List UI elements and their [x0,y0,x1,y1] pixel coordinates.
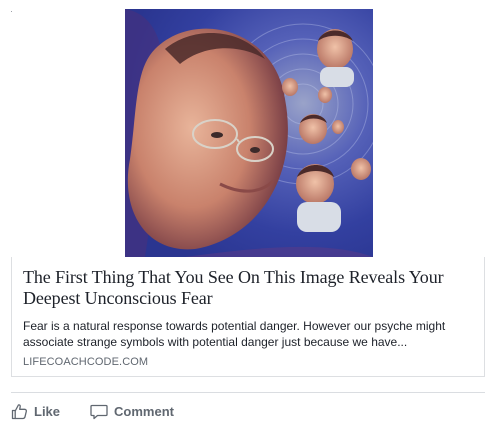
like-button[interactable]: Like [11,403,60,420]
options-icon[interactable]: · [10,7,16,16]
thumbs-up-icon [11,403,28,420]
comment-label: Comment [114,403,174,419]
comment-icon [90,403,108,420]
link-domain: LIFECOACHCODE.COM [23,356,149,368]
divider [11,392,485,393]
like-label: Like [34,403,61,419]
comment-button[interactable]: Comment [90,403,174,420]
link-description: Fear is a natural response towards poten… [23,319,446,349]
post-actions: Like Comment [11,401,174,421]
post-image[interactable] [125,9,373,257]
link-title[interactable]: The First Thing That You See On This Ima… [23,267,473,309]
link-preview-card[interactable]: The First Thing That You See On This Ima… [11,257,485,377]
spiral-face-illustration [125,9,373,257]
